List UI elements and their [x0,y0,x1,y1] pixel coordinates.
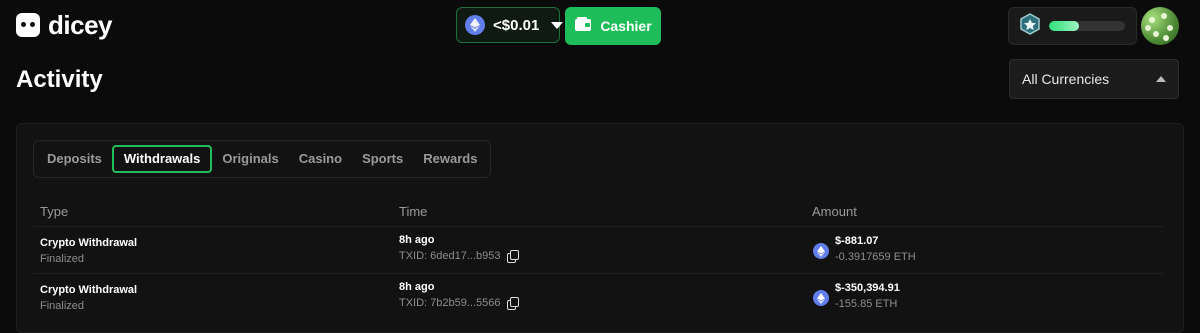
transaction-txid: TXID: 7b2b59...5566 [399,297,501,309]
vip-badge-icon [1019,12,1041,40]
vip-level-progress[interactable] [1008,7,1137,45]
amount-crypto: -155.85 ETH [835,298,898,310]
cashier-label: Cashier [600,18,652,34]
transaction-time: 8h ago [399,281,435,293]
balance-selector[interactable]: <$0.01 [456,7,564,43]
table-row[interactable]: Crypto Withdrawal Finalized 8h ago TXID:… [33,281,1163,321]
transaction-type: Crypto Withdrawal [40,237,138,249]
tab-sports[interactable]: Sports [352,145,413,173]
column-header-time: Time [399,204,428,219]
currency-filter-value: All Currencies [1022,71,1110,87]
level-progress-bar [1049,21,1125,31]
eth-icon [465,15,485,35]
currency-filter-dropdown[interactable]: All Currencies [1009,59,1179,99]
caret-up-icon [1156,76,1166,82]
cashier-button[interactable]: Cashier [565,7,661,45]
column-header-type: Type [40,204,69,219]
transaction-time: 8h ago [399,234,435,246]
eth-icon [813,290,829,306]
tab-rewards[interactable]: Rewards [413,145,487,173]
tab-deposits[interactable]: Deposits [37,145,112,173]
amount-usd: $-350,394.91 [835,282,900,294]
tab-withdrawals[interactable]: Withdrawals [111,145,213,173]
transaction-txid: TXID: 6ded17...b953 [399,250,501,262]
transaction-status: Finalized [40,253,85,265]
column-header-amount: Amount [812,204,857,219]
copy-icon[interactable] [506,250,519,263]
page-title: Activity [16,66,103,93]
transaction-type: Crypto Withdrawal [40,284,138,296]
amount-usd: $-881.07 [835,235,879,247]
copy-icon[interactable] [506,297,519,310]
tab-casino[interactable]: Casino [289,145,352,173]
transaction-status: Finalized [40,300,85,312]
table-divider [33,226,1163,227]
balance-value: <$0.01 [493,16,540,34]
tab-originals[interactable]: Originals [212,145,288,173]
row-divider [33,273,1163,274]
activity-panel: Deposits Withdrawals Originals Casino Sp… [16,123,1184,333]
user-avatar[interactable] [1141,7,1179,45]
amount-crypto: -0.3917659 ETH [835,251,916,263]
dice-logo-icon [16,13,40,37]
table-row[interactable]: Crypto Withdrawal Finalized 8h ago TXID:… [33,234,1163,274]
eth-icon [813,243,829,259]
chevron-down-icon [551,21,564,29]
logo-text: dicey [48,10,113,40]
wallet-icon [574,16,592,37]
dicey-logo[interactable]: dicey [16,10,113,40]
activity-tabs: Deposits Withdrawals Originals Casino Sp… [33,140,492,178]
